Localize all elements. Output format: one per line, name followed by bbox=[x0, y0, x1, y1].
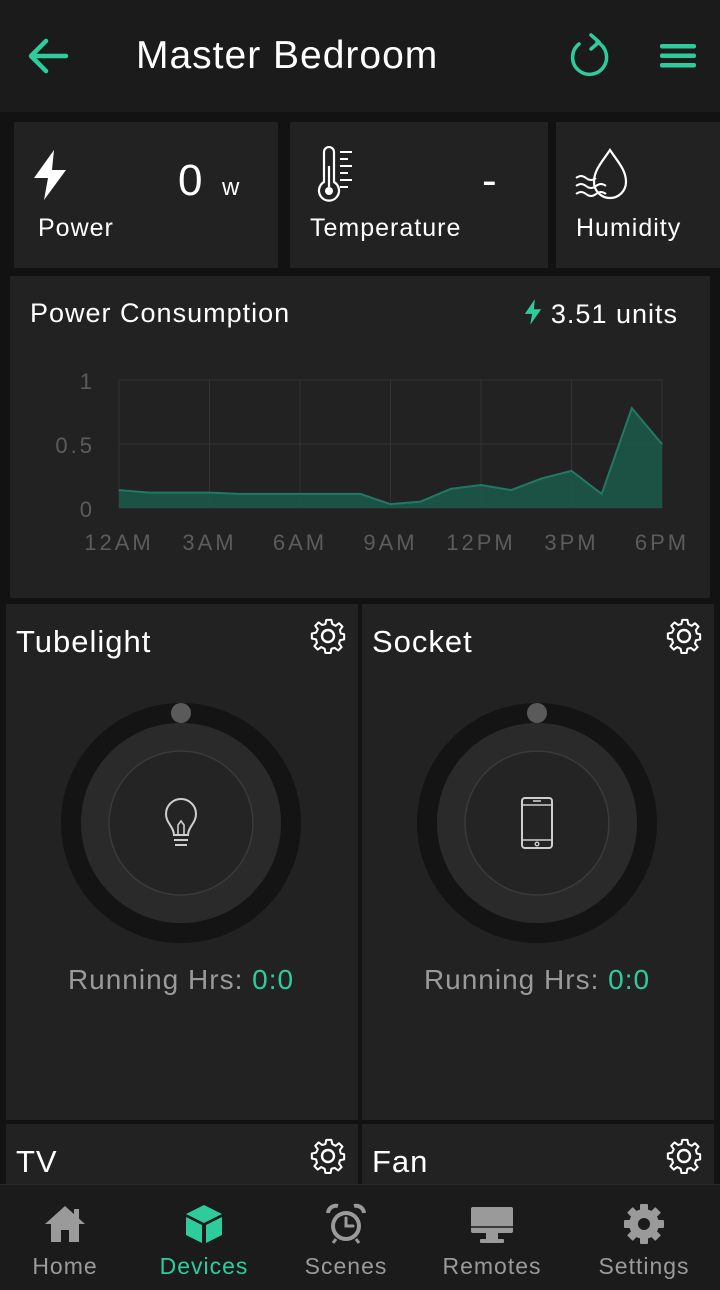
data-point bbox=[510, 489, 512, 491]
data-point bbox=[390, 503, 391, 505]
alarm-clock-icon bbox=[326, 1203, 366, 1244]
power-value: 0 bbox=[178, 156, 203, 205]
hamburger-menu-icon[interactable] bbox=[656, 38, 700, 74]
arrow-left-icon[interactable] bbox=[26, 36, 70, 76]
data-point bbox=[148, 492, 150, 494]
nav-item-home[interactable]: Home bbox=[0, 1185, 137, 1290]
nav-item-remotes[interactable]: Remotes bbox=[420, 1185, 564, 1290]
data-point bbox=[118, 489, 120, 491]
data-point bbox=[601, 493, 603, 495]
running-hours-label: Running Hrs: bbox=[67, 964, 244, 995]
thermometer-icon bbox=[317, 146, 352, 202]
monitor-icon bbox=[471, 1207, 513, 1243]
dial-knob bbox=[527, 703, 547, 723]
power-card: 0 w Power bbox=[14, 122, 278, 268]
power-dial[interactable] bbox=[416, 702, 658, 944]
temperature-card: - Temperature bbox=[290, 122, 548, 268]
power-consumption-chart: 1 0.5 0 12AM 3AM 6AM 9AM 12PM 3PM 6PM bbox=[55, 369, 689, 555]
device-name: TV bbox=[16, 1144, 58, 1179]
nav-label: Scenes bbox=[304, 1253, 388, 1279]
running-hours: Running Hrs: 0:0 bbox=[6, 964, 356, 996]
header-bar: Master Bedroom bbox=[0, 0, 720, 112]
nav-item-settings[interactable]: Settings bbox=[572, 1185, 716, 1290]
data-point bbox=[571, 470, 572, 472]
running-hours-value: 0:0 bbox=[252, 964, 295, 995]
data-point bbox=[631, 407, 633, 409]
data-point bbox=[329, 493, 331, 495]
data-point bbox=[209, 492, 210, 494]
gear-icon[interactable] bbox=[664, 1136, 704, 1176]
device-card-tubelight[interactable]: Tubelight Running Hrs: 0:0 bbox=[6, 604, 358, 1120]
lightning-bolt-icon bbox=[34, 150, 66, 200]
x-tick-label: 9AM bbox=[363, 530, 417, 555]
data-point bbox=[450, 488, 452, 490]
home-icon bbox=[45, 1206, 85, 1242]
power-consumption-card: Power Consumption 3.51 units 1 0.5 0 12AM 3A… bbox=[10, 276, 710, 598]
data-point bbox=[178, 492, 180, 494]
bottom-navigation: Home Devices Scenes Remotes Settings bbox=[0, 1184, 720, 1290]
running-hours-label: Running Hrs: bbox=[423, 964, 600, 995]
nav-label: Devices bbox=[159, 1253, 249, 1279]
device-card-tv[interactable]: TV bbox=[6, 1124, 358, 1184]
y-tick-label: 0 bbox=[80, 497, 95, 522]
running-hours: Running Hrs: 0:0 bbox=[362, 964, 712, 996]
data-point bbox=[359, 493, 361, 495]
gear-icon bbox=[624, 1204, 664, 1244]
data-point bbox=[299, 493, 301, 495]
power-dial[interactable] bbox=[60, 702, 302, 944]
x-tick-label: 6AM bbox=[273, 530, 327, 555]
nav-label: Home bbox=[32, 1253, 98, 1279]
water-drop-icon bbox=[575, 148, 628, 200]
power-label: Power bbox=[38, 214, 114, 242]
humidity-card: Humidity bbox=[556, 122, 720, 268]
power-unit: w bbox=[222, 174, 240, 201]
x-tick-label: 3PM bbox=[544, 530, 598, 555]
gear-icon[interactable] bbox=[664, 616, 704, 656]
nav-item-devices[interactable]: Devices bbox=[132, 1185, 276, 1290]
device-card-socket[interactable]: Socket Running Hrs: 0:0 bbox=[362, 604, 714, 1120]
nav-item-scenes[interactable]: Scenes bbox=[274, 1185, 418, 1290]
nav-label: Remotes bbox=[442, 1253, 542, 1279]
device-name: Socket bbox=[372, 624, 473, 659]
x-tick-label: 6PM bbox=[635, 530, 689, 555]
x-tick-label: 12AM bbox=[84, 530, 153, 555]
data-point bbox=[420, 501, 422, 503]
temperature-label: Temperature bbox=[310, 214, 462, 242]
data-point bbox=[269, 493, 271, 495]
x-tick-label: 3AM bbox=[182, 530, 236, 555]
data-point bbox=[540, 478, 542, 480]
running-hours-value: 0:0 bbox=[608, 964, 651, 995]
device-name: Fan bbox=[372, 1144, 429, 1179]
dial-knob bbox=[171, 703, 191, 723]
refresh-icon[interactable] bbox=[566, 32, 614, 80]
humidity-label: Humidity bbox=[576, 214, 682, 242]
page-title: Master Bedroom bbox=[136, 34, 439, 77]
device-card-fan[interactable]: Fan bbox=[362, 1124, 714, 1184]
data-point bbox=[661, 443, 663, 445]
nav-label: Settings bbox=[598, 1253, 690, 1279]
cube-icon bbox=[186, 1205, 222, 1243]
device-name: Tubelight bbox=[16, 624, 152, 659]
gear-icon[interactable] bbox=[308, 1136, 348, 1176]
gear-icon[interactable] bbox=[308, 616, 348, 656]
y-tick-label: 0.5 bbox=[55, 433, 95, 458]
data-point bbox=[239, 493, 241, 495]
x-tick-label: 12PM bbox=[446, 530, 515, 555]
data-point bbox=[480, 484, 482, 486]
y-tick-label: 1 bbox=[80, 369, 95, 394]
temperature-value: - bbox=[482, 156, 497, 205]
